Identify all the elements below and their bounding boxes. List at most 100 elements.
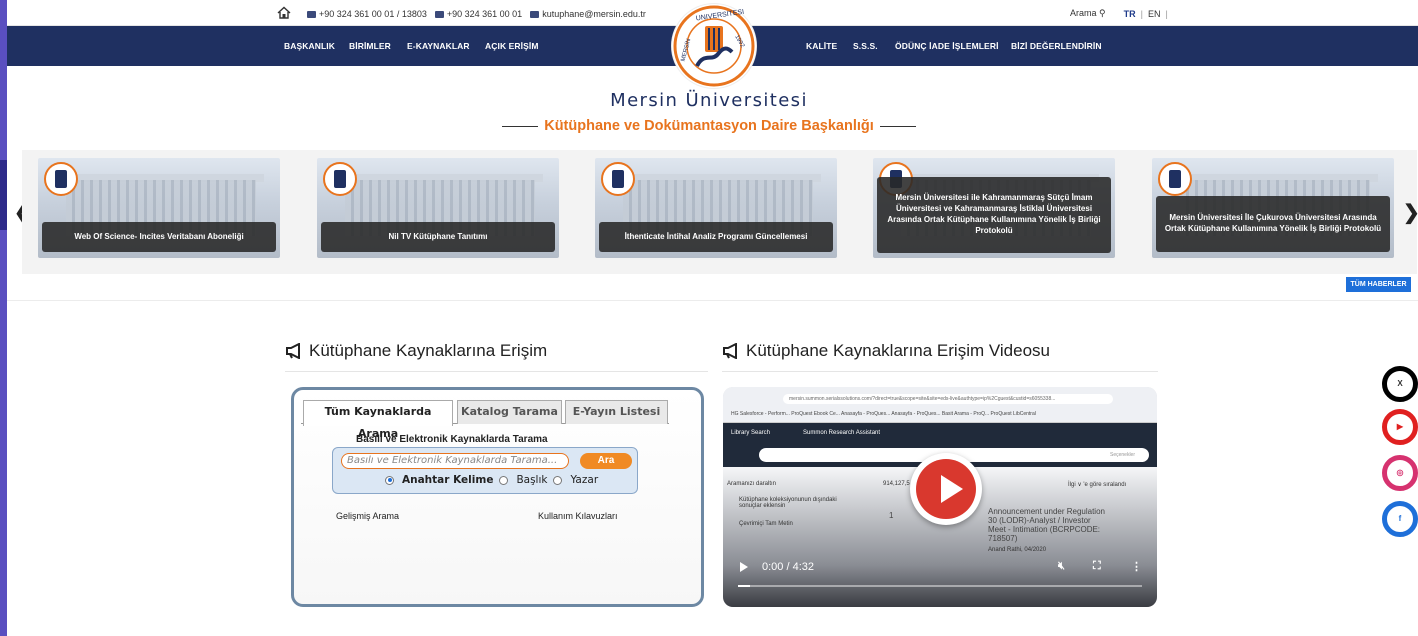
radio-author[interactable] — [553, 475, 563, 485]
search-input[interactable]: Basılı ve Elektronik Kaynaklarda Tarama.… — [341, 453, 569, 469]
search-type-radios: Anahtar Kelime Başlık Yazar — [385, 474, 598, 486]
fax-icon — [434, 10, 444, 18]
radio-title[interactable] — [499, 475, 509, 485]
phone-text: +90 324 361 00 01 / 13803 — [319, 9, 427, 19]
search-tabs: Tüm Kaynaklarda Arama Katalog Tarama E-Y… — [301, 398, 669, 440]
video-tab-assistant: Summon Research Assistant — [803, 430, 881, 436]
fax-text: +90 324 361 00 01 — [446, 9, 523, 19]
video-result-count: 914,127,5 — [883, 481, 910, 487]
instagram-icon[interactable]: ◎ — [1382, 455, 1418, 491]
lang-tr[interactable]: TR — [1124, 9, 1136, 19]
logo-badge-icon — [1158, 162, 1192, 196]
video-bookmarks: HG Salesforce - Perform... ProQuest Eboo… — [731, 411, 1036, 417]
mail-icon — [530, 10, 540, 18]
fullscreen-icon[interactable]: ⛶ — [1093, 560, 1101, 573]
title-rule — [879, 125, 916, 127]
news-card[interactable]: Mersin Üniversitesi ile Kahramanmaraş Sü… — [873, 158, 1115, 258]
nav-kalite[interactable]: KALİTE — [806, 41, 837, 51]
x-icon[interactable]: X — [1382, 366, 1418, 402]
department-title: Kütüphane ve Dokümantasyon Daire Başkanl… — [0, 118, 1418, 134]
top-right-tools: Arama ⚲ TR | EN | — [1070, 8, 1168, 19]
radio-keyword-label: Anahtar Kelime — [402, 474, 494, 486]
megaphone-icon — [723, 343, 737, 359]
video-result-title: Announcement under Regulation 30 (LODR)-… — [988, 507, 1105, 543]
lang-separator: | — [1165, 8, 1168, 19]
video-time: 0:00 / 4:32 — [762, 561, 814, 573]
more-options-icon[interactable]: ⋮ — [1131, 560, 1142, 573]
video-filter-1: Kütüphane koleksiyonunun dışındaki sonuç… — [739, 497, 837, 509]
news-caption: Web Of Science- Incites Veritabanı Abone… — [42, 222, 276, 252]
radio-author-label: Yazar — [570, 474, 599, 486]
section-rule — [285, 371, 708, 372]
video-player[interactable]: mersin.summon.serialssolutions.com/?dire… — [723, 387, 1157, 607]
department-label: Kütüphane ve Dokümantasyon Daire Başkanl… — [544, 118, 874, 134]
video-filter-2: Çevrimiçi Tam Metin — [739, 521, 793, 527]
search-box-panel: Tüm Kaynaklarda Arama Katalog Tarama E-Y… — [291, 387, 704, 607]
phone-icon — [307, 10, 316, 18]
search-heading: Basılı ve Elektronik Kaynaklarda Tarama — [356, 434, 548, 445]
video-result-meta: Anand Rathi, 04/2020 — [988, 547, 1047, 553]
user-guides-link[interactable]: Kullanım Kılavuzları — [538, 511, 618, 521]
home-icon[interactable] — [277, 6, 291, 19]
news-card[interactable]: Nil TV Kütüphane Tanıtımı — [317, 158, 559, 258]
search-link[interactable]: Arama ⚲ — [1070, 8, 1106, 19]
mute-icon[interactable]: 🔇︎ — [1058, 560, 1065, 573]
section-rule — [722, 371, 1158, 372]
university-logo[interactable]: UNIVERSITESI MERSİN 1992 — [672, 4, 756, 88]
video-controls: 0:00 / 4:32 🔇︎ ⛶ ⋮ — [723, 555, 1157, 607]
nav-birimler[interactable]: BİRİMLER — [349, 41, 391, 51]
youtube-icon[interactable]: ▶ — [1382, 409, 1418, 445]
tab-all-resources[interactable]: Tüm Kaynaklarda Arama — [303, 400, 453, 440]
contact-info: +90 324 361 00 01 / 13803 +90 324 361 00… — [307, 9, 646, 19]
facebook-icon[interactable]: f — [1382, 501, 1418, 537]
section-divider — [7, 300, 1418, 301]
lang-en[interactable]: EN — [1148, 9, 1161, 19]
video-title-text: Kütüphane Kaynaklarına Erişim Videosu — [746, 341, 1050, 360]
nav-baskanlik[interactable]: BAŞKANLIK — [284, 41, 335, 51]
video-section-title: Kütüphane Kaynaklarına Erişim Videosu — [722, 341, 1050, 361]
news-carousel: Web Of Science- Incites Veritabanı Abone… — [22, 150, 1417, 274]
logo-badge-icon — [323, 162, 357, 196]
news-card[interactable]: Web Of Science- Incites Veritabanı Abone… — [38, 158, 280, 258]
tab-e-journals[interactable]: E-Yayın Listesi — [565, 400, 668, 424]
video-refine-label: Aramanızı daraltın — [727, 481, 777, 487]
radio-keyword[interactable] — [385, 475, 394, 485]
lang-separator: | — [1140, 8, 1143, 19]
tab-catalog[interactable]: Katalog Tarama — [457, 400, 562, 424]
search-label: Arama — [1070, 8, 1097, 18]
news-caption: Nil TV Kütüphane Tanıtımı — [321, 222, 555, 252]
logo-badge-icon — [601, 162, 635, 196]
nav-odunc-iade[interactable]: ÖDÜNÇ İADE İŞLEMLERİ — [895, 41, 999, 51]
video-play-button[interactable] — [910, 453, 982, 525]
search-button[interactable]: Ara — [580, 453, 632, 469]
advanced-search-link[interactable]: Gelişmiş Arama — [336, 511, 399, 521]
radio-title-label: Başlık — [516, 474, 548, 486]
logo-badge-icon — [44, 162, 78, 196]
email-link[interactable]: kutuphane@mersin.edu.tr — [542, 9, 646, 19]
video-result-number: 1 — [889, 511, 894, 520]
nav-e-kaynaklar[interactable]: E-KAYNAKLAR — [407, 41, 470, 51]
nav-sss[interactable]: S.S.S. — [853, 41, 878, 51]
play-icon — [941, 475, 963, 503]
nav-bizi-degerlendirin[interactable]: BİZİ DEĞERLENDİRİN — [1011, 41, 1102, 51]
news-caption: Mersin Üniversitesi ile Kahramanmaraş Sü… — [877, 177, 1111, 253]
news-card[interactable]: Mersin Üniversitesi İle Çukurova Ünivers… — [1152, 158, 1394, 258]
megaphone-icon — [286, 343, 300, 359]
news-caption: Mersin Üniversitesi İle Çukurova Ünivers… — [1156, 196, 1390, 252]
play-small-icon[interactable] — [740, 562, 748, 572]
carousel-next-button[interactable]: ❯ — [1403, 200, 1418, 225]
video-sort-label: İlgi ∨ 'e göre sıralandı — [1068, 482, 1127, 488]
title-rule — [502, 125, 539, 127]
news-card[interactable]: İthenticate İntihal Analiz Programı Günc… — [595, 158, 837, 258]
video-browser-chrome: mersin.summon.serialssolutions.com/?dire… — [723, 387, 1157, 423]
video-tab-library: Library Search — [731, 430, 771, 436]
video-progress-bar[interactable] — [738, 585, 1142, 587]
video-progress-fill — [738, 585, 751, 587]
news-caption: İthenticate İntihal Analiz Programı Günc… — [599, 222, 833, 252]
university-title: Mersin Üniversitesi — [610, 90, 808, 111]
all-news-button[interactable]: TÜM HABERLER — [1346, 277, 1411, 292]
nav-acik-erisim[interactable]: AÇIK ERİŞİM — [485, 41, 539, 51]
access-section-title: Kütüphane Kaynaklarına Erişim — [285, 341, 547, 361]
search-icon: ⚲ — [1099, 8, 1106, 18]
search-form: Basılı ve Elektronik Kaynaklarda Tarama.… — [332, 447, 638, 494]
